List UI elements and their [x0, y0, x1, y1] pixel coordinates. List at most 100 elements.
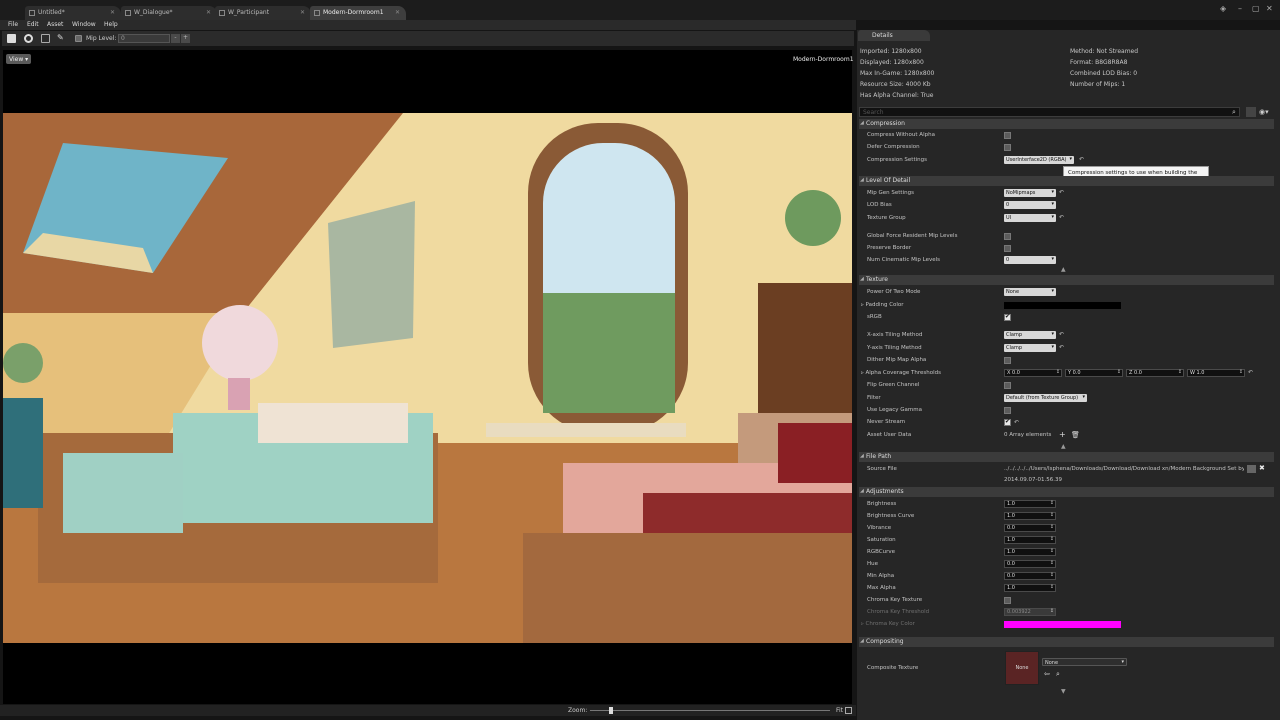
reset-arrow-icon[interactable]: ↶	[1248, 369, 1253, 376]
category-file-path[interactable]: File Path	[859, 452, 1274, 462]
alpha-coverage-w[interactable]: W 1.0	[1187, 369, 1245, 377]
input-rgb-curve[interactable]: 1.0	[1004, 548, 1056, 556]
input-saturation[interactable]: 1.0	[1004, 536, 1056, 544]
label-y-tiling: Y-axis Tiling Method	[867, 345, 922, 351]
checkbox-global-force-resident[interactable]	[1004, 233, 1011, 240]
trash-icon[interactable]: 🗑	[1071, 431, 1080, 439]
checkbox-defer-compression[interactable]	[1004, 144, 1011, 151]
expand-arrow-icon[interactable]: ▼	[1061, 688, 1066, 695]
dropdown-y-tiling[interactable]: Clamp	[1004, 344, 1056, 352]
mip-level-input[interactable]: 0	[118, 34, 170, 43]
dropdown-compression-settings[interactable]: UserInterface2D (RGBA)	[1004, 156, 1074, 164]
category-level-of-detail[interactable]: Level Of Detail	[859, 176, 1274, 186]
tab-untitled[interactable]: Untitled* ✕	[25, 6, 121, 20]
zoom-fit-label: Fit	[836, 707, 844, 714]
input-brightness-curve[interactable]: 1.0	[1004, 512, 1056, 520]
checkbox-never-stream[interactable]	[1004, 418, 1011, 426]
label-srgb: sRGB	[867, 314, 882, 320]
mip-checkbox[interactable]	[75, 35, 82, 42]
reset-arrow-icon[interactable]: ↶	[1059, 344, 1064, 351]
reset-arrow-icon[interactable]: ↶	[1079, 156, 1084, 163]
dropdown-mip-gen-settings[interactable]: NoMipmaps	[1004, 189, 1056, 197]
mip-decrement-button[interactable]: -	[171, 34, 180, 43]
spinner-num-cinematic-mips[interactable]: 0	[1004, 256, 1056, 264]
reset-arrow-icon[interactable]: ↶	[1014, 419, 1019, 426]
category-adjustments[interactable]: Adjustments	[859, 487, 1274, 497]
checkbox-preserve-border[interactable]	[1004, 245, 1011, 252]
input-vibrance[interactable]: 0.0	[1004, 524, 1056, 532]
category-texture[interactable]: Texture	[859, 275, 1274, 285]
checkbox-flip-green[interactable]	[1004, 382, 1011, 389]
close-icon[interactable]: ✕	[110, 9, 115, 16]
chroma-key-color-swatch[interactable]	[1004, 621, 1121, 628]
fit-toggle[interactable]	[845, 707, 852, 714]
save-icon[interactable]	[7, 34, 16, 43]
close-icon[interactable]: ✕	[206, 9, 211, 16]
edit-icon[interactable]: ✎	[57, 33, 66, 42]
expand-arrow-icon[interactable]: ▲	[1061, 443, 1066, 450]
label-vibrance: Vibrance	[867, 525, 892, 531]
use-selected-arrow-icon[interactable]: ⇦	[1044, 670, 1050, 678]
alpha-coverage-x[interactable]: X 0.0	[1004, 369, 1062, 377]
view-menu-button[interactable]: View ▾	[6, 54, 31, 64]
menu-asset[interactable]: Asset	[47, 21, 63, 28]
checkbox-dither-mip-alpha[interactable]	[1004, 357, 1011, 364]
label-compress-without-alpha: Compress Without Alpha	[867, 132, 935, 138]
notification-icon[interactable]: ◈	[1220, 4, 1226, 13]
label-composite-texture: Composite Texture	[867, 665, 919, 671]
dropdown-filter[interactable]: Default (from Texture Group)	[1004, 394, 1087, 402]
grid-view-icon[interactable]	[1246, 107, 1256, 117]
add-element-icon[interactable]: +	[1059, 430, 1066, 439]
reset-arrow-icon[interactable]: ↶	[1059, 214, 1064, 221]
toolbar: ✎ Mip Level: 0 - +	[2, 31, 854, 46]
reset-arrow-icon[interactable]: ↶	[1059, 331, 1064, 338]
checkbox-srgb[interactable]	[1004, 313, 1011, 321]
label-preserve-border: Preserve Border	[867, 245, 912, 251]
checkbox-chroma-key-texture[interactable]	[1004, 597, 1011, 604]
reimport-icon[interactable]	[41, 34, 50, 43]
tab-modern-dormroom1[interactable]: Modern-Dormroom1 ✕	[310, 6, 406, 20]
texture-info-left: Imported: 1280x800 Displayed: 1280x800 M…	[860, 46, 934, 101]
clear-path-icon[interactable]: ✖	[1259, 464, 1265, 472]
tab-w-participant[interactable]: W_Participant ✕	[215, 6, 311, 20]
browse-search-icon[interactable]: ⌕	[1056, 670, 1060, 679]
input-hue[interactable]: 0.0	[1004, 560, 1056, 568]
input-max-alpha[interactable]: 1.0	[1004, 584, 1056, 592]
eye-icon[interactable]: ◉▾	[1259, 108, 1269, 116]
minimize-icon[interactable]: –	[1238, 4, 1242, 13]
maximize-icon[interactable]: ▢	[1252, 4, 1260, 13]
details-tab[interactable]: Details	[858, 30, 930, 41]
dropdown-composite-texture[interactable]: None	[1042, 658, 1127, 666]
zoom-slider-thumb[interactable]	[608, 707, 613, 714]
composite-texture-thumbnail[interactable]: None	[1005, 651, 1039, 685]
browse-icon[interactable]	[24, 34, 33, 43]
input-min-alpha[interactable]: 0.0	[1004, 572, 1056, 580]
alpha-coverage-z[interactable]: Z 0.0	[1126, 369, 1184, 377]
browse-file-button[interactable]	[1247, 465, 1256, 473]
zoom-slider-track[interactable]	[590, 710, 830, 711]
details-search-input[interactable]: Search	[859, 107, 1240, 117]
checkbox-legacy-gamma[interactable]	[1004, 407, 1011, 414]
reset-arrow-icon[interactable]: ↶	[1059, 189, 1064, 196]
dropdown-power-of-two[interactable]: None	[1004, 288, 1056, 296]
menu-window[interactable]: Window	[72, 21, 96, 28]
mip-increment-button[interactable]: +	[181, 34, 190, 43]
checkbox-compress-without-alpha[interactable]	[1004, 132, 1011, 139]
zoom-bar: Zoom: Fit	[0, 705, 856, 716]
menu-file[interactable]: File	[8, 21, 18, 28]
category-compression[interactable]: Compression	[859, 119, 1274, 129]
dropdown-texture-group[interactable]: UI	[1004, 214, 1056, 222]
close-icon[interactable]: ✕	[300, 9, 305, 16]
expand-arrow-icon[interactable]: ▲	[1061, 266, 1066, 273]
alpha-coverage-y[interactable]: Y 0.0	[1065, 369, 1123, 377]
tab-w-dialogue[interactable]: W_Dialogue* ✕	[121, 6, 217, 20]
category-compositing[interactable]: Compositing	[859, 637, 1274, 647]
close-icon[interactable]: ✕	[395, 9, 400, 16]
padding-color-swatch[interactable]	[1004, 302, 1121, 309]
close-window-icon[interactable]: ✕	[1266, 4, 1273, 13]
input-brightness[interactable]: 1.0	[1004, 500, 1056, 508]
spinner-lod-bias[interactable]: 0	[1004, 201, 1056, 209]
menu-help[interactable]: Help	[104, 21, 118, 28]
dropdown-x-tiling[interactable]: Clamp	[1004, 331, 1056, 339]
menu-edit[interactable]: Edit	[27, 21, 39, 28]
